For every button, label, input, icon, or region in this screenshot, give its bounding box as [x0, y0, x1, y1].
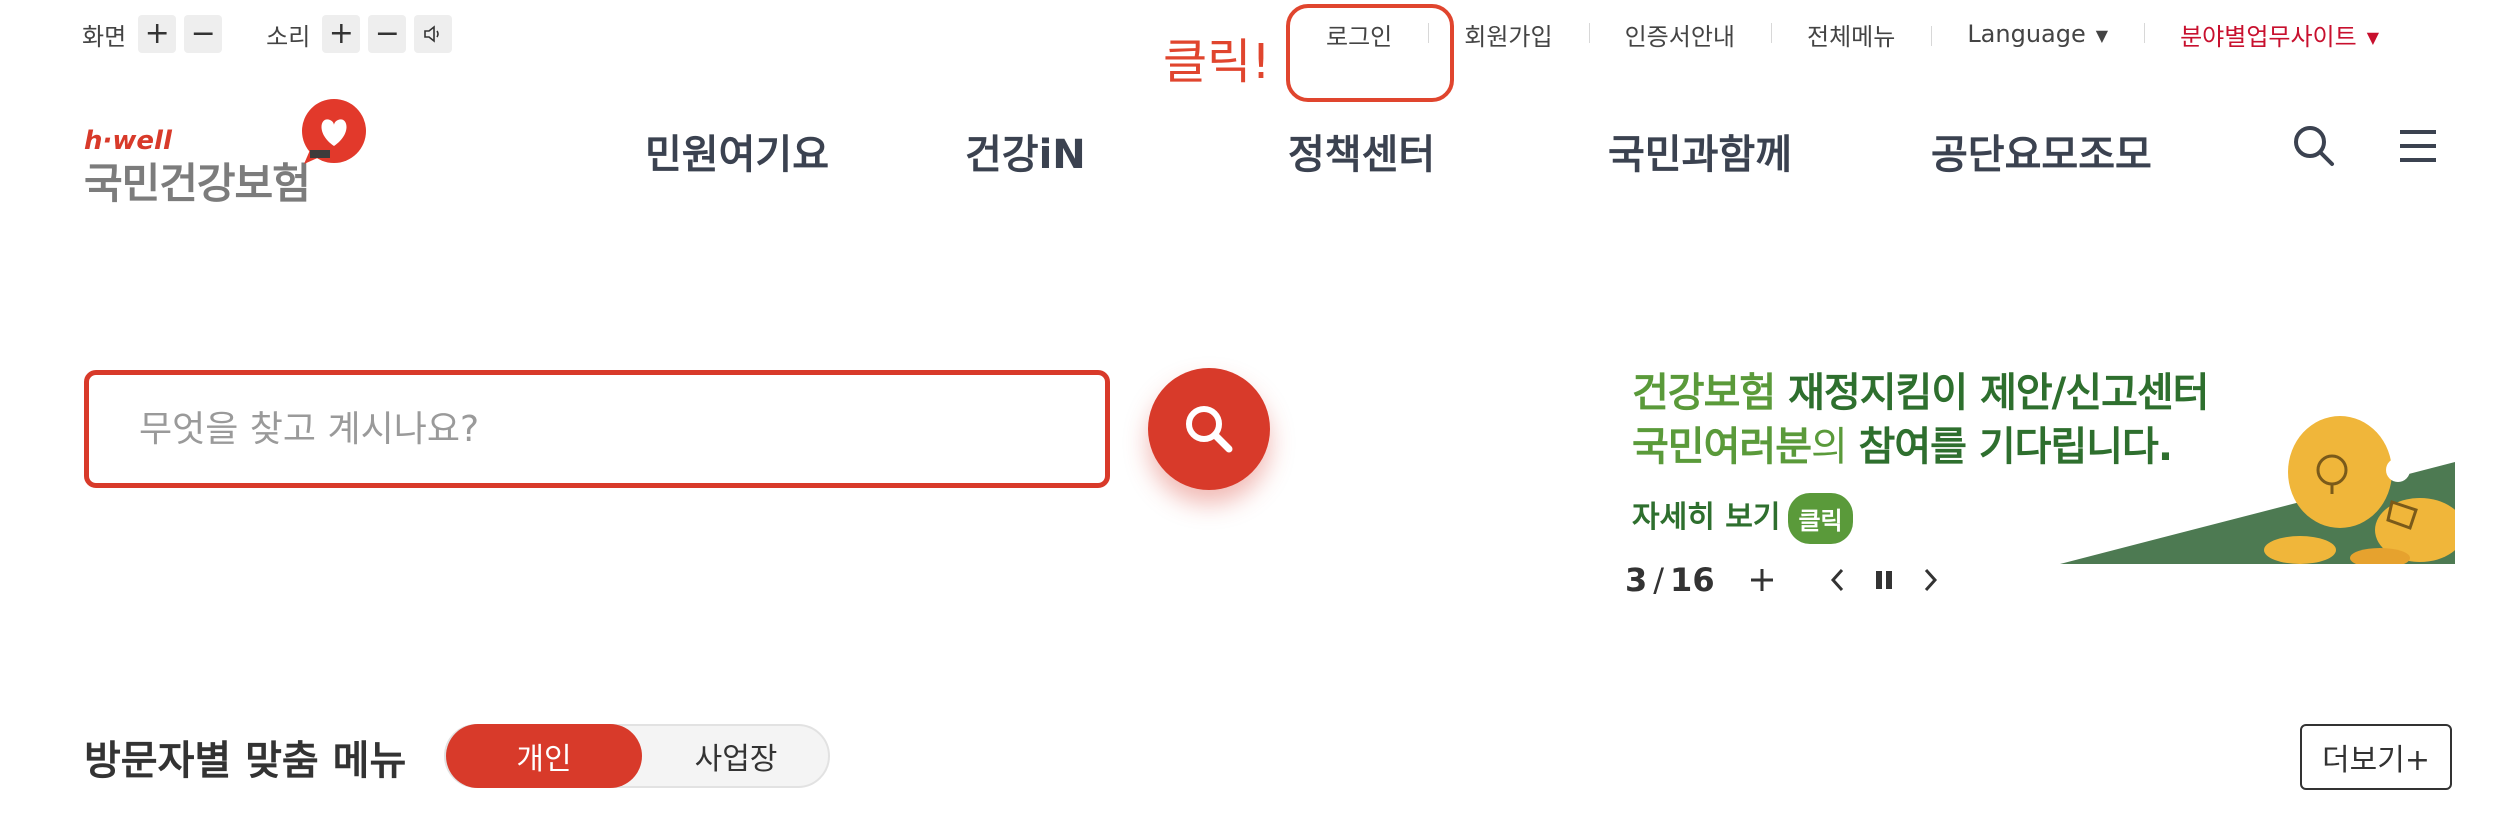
- banner-more-label: 자세히 보기: [1632, 500, 1781, 535]
- volume-up-button[interactable]: +: [322, 15, 361, 53]
- banner-more-link[interactable]: 자세히 보기 클릭: [1632, 492, 1853, 544]
- click-annotation-highlight: [1286, 4, 1454, 102]
- chevron-right-icon: [1924, 568, 1938, 592]
- plus-icon: [1751, 569, 1773, 591]
- chevron-left-icon: [1830, 568, 1844, 592]
- banner-pause-button[interactable]: [1864, 560, 1904, 600]
- search-input[interactable]: [139, 375, 1039, 483]
- tab-business[interactable]: 사업장: [642, 726, 830, 786]
- nav-with-citizens[interactable]: 국민과함께: [1608, 122, 1792, 180]
- chevron-down-icon: ▼: [2366, 28, 2380, 47]
- nav-about-nhis[interactable]: 공단요모조모: [1931, 122, 2152, 180]
- banner-text-strong: 재정지킴이 제안/신고센터: [1788, 370, 2209, 416]
- field-sites-dropdown[interactable]: 분야별업무사이트 ▼: [2144, 17, 2415, 52]
- certificate-guide-link[interactable]: 인증서안내: [1588, 17, 1771, 52]
- language-dropdown[interactable]: Language ▼: [1931, 20, 2144, 48]
- banner-text-strong: 참여를 기다립니다.: [1858, 424, 2174, 470]
- banner-text: 의: [1811, 424, 1859, 470]
- chevron-down-icon: ▼: [2095, 25, 2109, 45]
- speaker-icon: [424, 25, 440, 43]
- screen-size-label: 화면: [82, 22, 127, 51]
- banner-text: 건강보험: [1632, 370, 1789, 416]
- hamburger-menu-button[interactable]: [2394, 122, 2442, 170]
- nhis-logo[interactable]: h·well 국민건강보험: [84, 98, 374, 208]
- speaker-button[interactable]: [414, 15, 453, 53]
- field-sites-label: 분야별업무사이트: [2180, 22, 2357, 51]
- banner-headline-1: 건강보험 재정지킴이 제안/신고센터: [1632, 360, 2209, 418]
- slide-counter: 3/16: [1625, 561, 1715, 599]
- all-menu-link[interactable]: 전체메뉴: [1770, 17, 1931, 52]
- volume-down-button[interactable]: −: [368, 15, 407, 53]
- more-button[interactable]: 더보기+: [2300, 724, 2452, 790]
- banner-next-button[interactable]: [1910, 560, 1950, 600]
- tab-personal[interactable]: 개인: [446, 724, 642, 788]
- heart-speech-icon: [302, 99, 366, 164]
- visitor-type-toggle: 개인 사업장: [444, 724, 830, 788]
- search-box: [84, 370, 1110, 488]
- banner-headline-2: 국민여러분의 참여를 기다립니다.: [1632, 414, 2174, 472]
- sound-group: 소리 + −: [266, 15, 460, 53]
- visitor-menu-title: 방문자별 맞춤 메뉴: [84, 738, 407, 784]
- screen-zoom-out-button[interactable]: −: [184, 15, 223, 53]
- banner-slider-controls: 3/16: [1625, 556, 1715, 604]
- nav-health-in[interactable]: 건강iN: [965, 122, 1086, 180]
- logo-main-text: 국민건강보험: [84, 159, 311, 208]
- slide-current: 3: [1625, 561, 1648, 599]
- banner-prev-button[interactable]: [1818, 560, 1858, 600]
- banner-click-badge: 클릭: [1788, 493, 1853, 544]
- search-submit-button[interactable]: [1148, 368, 1270, 490]
- click-annotation-text: 클릭!: [1163, 34, 1271, 90]
- search-icon: [2294, 126, 2334, 166]
- slide-total: 16: [1670, 561, 1715, 599]
- header-search-button[interactable]: [2290, 122, 2338, 170]
- hamburger-icon: [2400, 130, 2436, 162]
- nav-civil-service[interactable]: 민원여기요: [645, 122, 829, 180]
- utility-links: 로그인 회원가입 인증서안내 전체메뉴 Language ▼ 분야별업무사이트 ▼: [1290, 12, 2465, 56]
- screen-size-group: 화면 + −: [82, 15, 230, 53]
- banner-expand-button[interactable]: [1742, 560, 1782, 600]
- accessibility-controls: 화면 + − 소리 + −: [82, 14, 496, 54]
- pause-icon: [1876, 571, 1892, 589]
- nav-policy-center[interactable]: 정책센터: [1288, 122, 1435, 180]
- sound-label: 소리: [266, 22, 311, 51]
- promo-banner[interactable]: 건강보험 재정지킴이 제안/신고센터 국민여러분의 참여를 기다립니다. 자세히…: [1620, 352, 2455, 564]
- slide-separator: /: [1653, 561, 1665, 599]
- screen-zoom-in-button[interactable]: +: [138, 15, 177, 53]
- banner-text: 국민여러분: [1632, 424, 1812, 470]
- language-label: Language: [1967, 20, 2086, 48]
- search-icon: [1186, 406, 1233, 453]
